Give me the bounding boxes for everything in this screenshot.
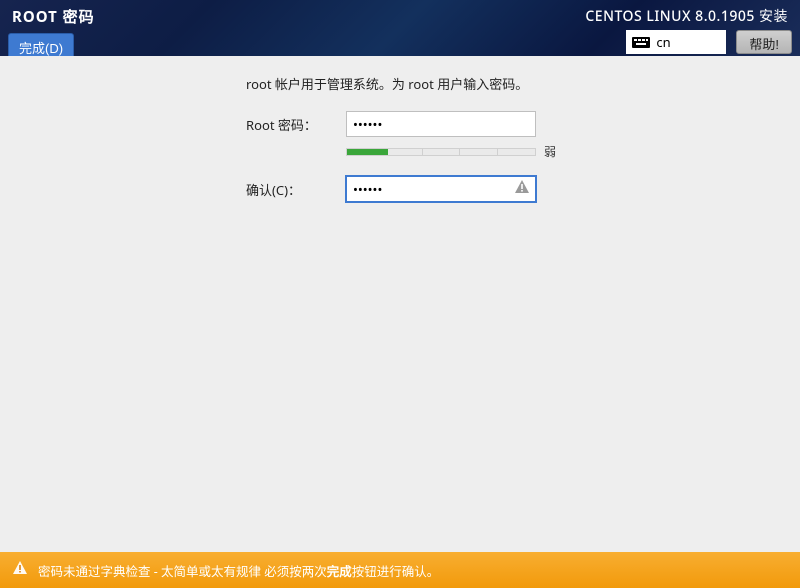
instruction-text: root 帐户用于管理系统。为 root 用户输入密码。 (246, 74, 786, 93)
keyboard-layout-code: cn (656, 33, 670, 51)
strength-row: 弱 (346, 143, 786, 160)
strength-label: 弱 (544, 143, 556, 160)
installer-title: CENTOS LINUX 8.0.1905 安装 (585, 6, 792, 26)
confirm-password-input[interactable] (346, 176, 536, 202)
help-button[interactable]: 帮助! (736, 30, 792, 54)
warning-bar: 密码未通过字典检查 - 太简单或太有规律 必须按两次完成按钮进行确认。 (0, 552, 800, 588)
password-label: Root 密码： (246, 115, 346, 134)
confirm-label: 确认(C)： (246, 180, 346, 199)
password-form: root 帐户用于管理系统。为 root 用户输入密码。 Root 密码： 弱 … (246, 74, 786, 202)
keyboard-icon (632, 37, 650, 48)
keyboard-layout-selector[interactable]: cn (626, 30, 726, 54)
header: ROOT 密码 完成(D) CENTOS LINUX 8.0.1905 安装 c… (0, 0, 800, 56)
root-password-input[interactable] (346, 111, 536, 137)
header-left: ROOT 密码 完成(D) (8, 4, 95, 62)
password-row: Root 密码： (246, 111, 786, 137)
warning-triangle-icon (12, 560, 28, 580)
warning-text: 密码未通过字典检查 - 太简单或太有规律 必须按两次完成按钮进行确认。 (38, 561, 439, 580)
main-content: root 帐户用于管理系统。为 root 用户输入密码。 Root 密码： 弱 … (0, 56, 800, 588)
header-controls: cn 帮助! (626, 30, 792, 54)
header-right: CENTOS LINUX 8.0.1905 安装 cn 帮助! (585, 4, 792, 54)
page-title: ROOT 密码 (8, 4, 95, 27)
strength-bar (346, 148, 536, 156)
confirm-row: 确认(C)： (246, 176, 786, 202)
